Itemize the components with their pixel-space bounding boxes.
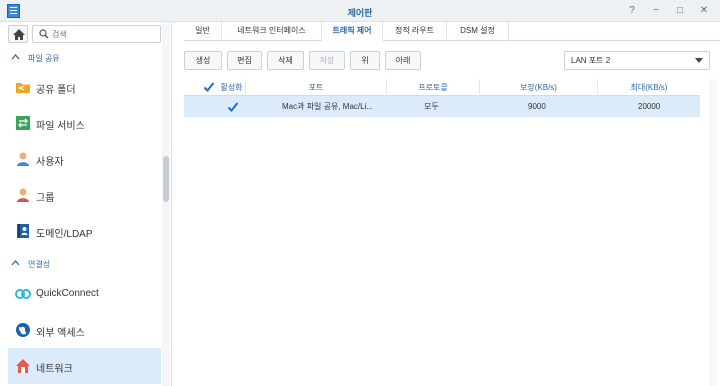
group-icon xyxy=(17,188,29,202)
chevron-up-icon xyxy=(11,260,20,266)
cell-protocol: 모두 xyxy=(424,102,439,111)
close-icon[interactable]: ✕ xyxy=(696,3,712,19)
sidebar-scrollbar[interactable] xyxy=(162,22,170,386)
sidebar-item-network[interactable]: 네트워크 xyxy=(8,348,161,384)
sidebar-item-label: 외부 액세스 xyxy=(36,328,85,339)
sidebar-item-file-services[interactable]: 파일 서비스 xyxy=(8,105,161,141)
window-title: 제어판 xyxy=(347,8,373,18)
sidebar-item-external-access[interactable]: 외부 액세스 xyxy=(8,312,161,348)
maximize-icon[interactable]: □ xyxy=(672,3,688,19)
enabled-checkbox-icon[interactable] xyxy=(227,101,239,113)
user-icon xyxy=(17,152,29,166)
sidebar-item-label: 네트워크 xyxy=(36,364,73,375)
section-connectivity[interactable]: 연결성 xyxy=(0,256,160,272)
down-button[interactable]: 아래 xyxy=(385,51,421,70)
quickconnect-icon xyxy=(15,289,31,299)
domain-ldap-icon xyxy=(17,224,29,238)
select-all-checkbox-icon[interactable] xyxy=(203,81,215,93)
table-header: 활성화됨 포트 프로토콜 보장(KB/s) 최대(KB/s) xyxy=(184,79,700,109)
search-input[interactable] xyxy=(52,28,152,40)
sidebar-scroll-thumb[interactable] xyxy=(163,156,169,202)
window-titlebar: 제어판 ? − □ ✕ xyxy=(0,0,720,22)
sidebar-item-label: QuickConnect xyxy=(36,288,99,299)
sidebar-item-domain-ldap[interactable]: 도메인/LDAP xyxy=(8,213,161,249)
search-icon xyxy=(39,29,49,39)
tab-general[interactable]: 일반 xyxy=(184,22,222,41)
chevron-up-icon xyxy=(11,54,20,60)
tab-dsm-settings[interactable]: DSM 설정 xyxy=(447,22,509,41)
edit-button[interactable]: 편집 xyxy=(227,51,262,70)
sidebar-item-label: 그룹 xyxy=(36,193,55,204)
network-icon xyxy=(16,359,30,373)
cell-max: 20000 xyxy=(638,102,661,111)
sidebar-item-shared-folder[interactable]: 공유 폴더 xyxy=(8,69,161,105)
save-button[interactable]: 저장 xyxy=(309,51,345,70)
sidebar-item-label: 공유 폴더 xyxy=(36,85,76,96)
tab-traffic-control[interactable]: 트래픽 제어 xyxy=(322,22,383,41)
cell-port: Mac과 파일 공유, Mac/Li... xyxy=(282,102,374,111)
interface-select[interactable]: LAN 포트 2 xyxy=(564,51,710,70)
sidebar-item-quickconnect[interactable]: QuickConnect xyxy=(8,276,161,312)
section-label: 연결성 xyxy=(28,260,51,269)
help-icon[interactable]: ? xyxy=(624,3,640,19)
chevron-down-icon xyxy=(695,58,703,63)
file-services-icon xyxy=(16,116,30,130)
cell-guaranteed: 9000 xyxy=(528,102,546,111)
tab-static-route[interactable]: 정적 라우트 xyxy=(383,22,447,41)
column-max[interactable]: 최대(KB/s) xyxy=(598,79,700,96)
tab-network-interface[interactable]: 네트워크 인터페이스 xyxy=(222,22,322,41)
table-scrollbar[interactable] xyxy=(709,79,717,386)
external-access-icon xyxy=(16,323,30,337)
sidebar-item-label: 사용자 xyxy=(36,157,64,168)
sidebar-item-user[interactable]: 사용자 xyxy=(8,141,161,177)
up-button[interactable]: 위 xyxy=(350,51,380,70)
home-icon xyxy=(13,29,25,40)
column-protocol[interactable]: 프로토콜 xyxy=(387,79,480,96)
tab-bar: 일반 네트워크 인터페이스 트래픽 제어 정적 라우트 DSM 설정 xyxy=(184,22,720,41)
sidebar-item-label: 도메인/LDAP xyxy=(36,229,93,240)
minimize-icon[interactable]: − xyxy=(648,3,664,19)
interface-select-value: LAN 포트 2 xyxy=(571,56,611,65)
section-label: 파일 공유 xyxy=(28,54,60,63)
column-port[interactable]: 포트 xyxy=(246,79,387,96)
table-row[interactable]: Mac과 파일 공유, Mac/Li... 모두 9000 20000 xyxy=(184,96,700,117)
sidebar: 파일 공유 공유 폴더 파일 서비스 사용자 그룹 도메인/LDAP 연결성 xyxy=(0,22,172,386)
delete-button[interactable]: 삭제 xyxy=(267,51,304,70)
sidebar-item-group[interactable]: 그룹 xyxy=(8,177,161,213)
section-file-sharing[interactable]: 파일 공유 xyxy=(0,50,160,66)
sidebar-item-label: 파일 서비스 xyxy=(36,121,85,132)
column-guaranteed[interactable]: 보장(KB/s) xyxy=(480,79,598,96)
create-button[interactable]: 생성 xyxy=(184,51,222,70)
shared-folder-icon xyxy=(16,83,30,93)
search-field[interactable] xyxy=(32,25,161,43)
column-enabled[interactable]: 활성화됨 xyxy=(184,79,246,109)
home-button[interactable] xyxy=(8,25,28,43)
